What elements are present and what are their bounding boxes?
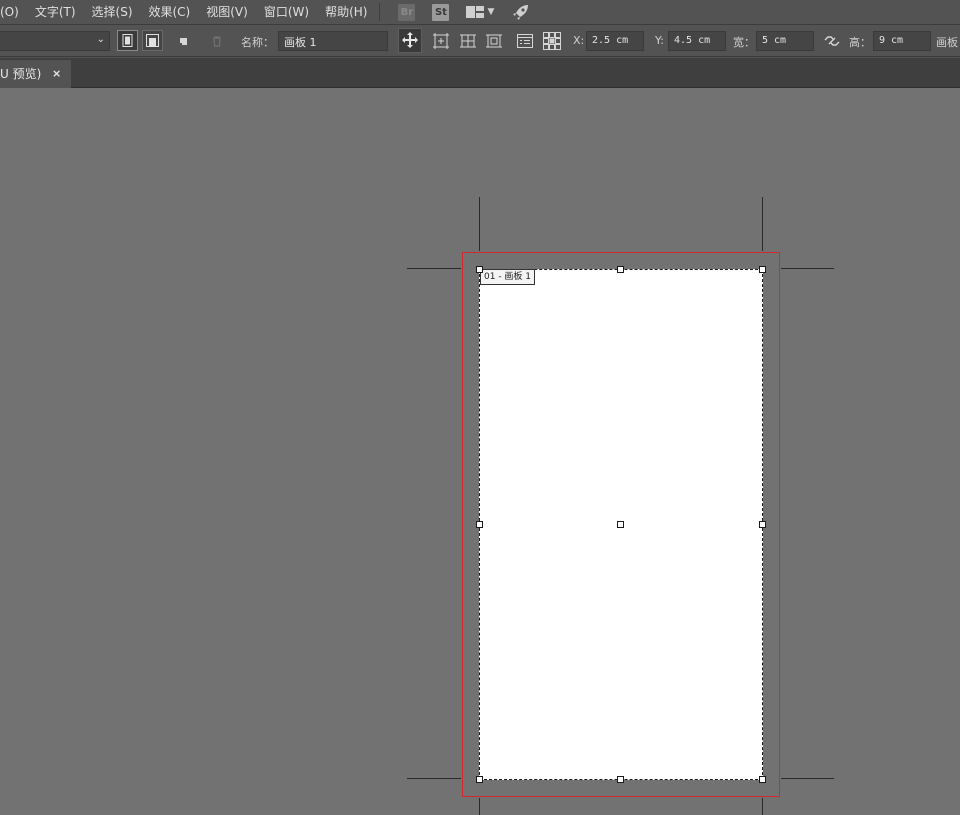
artboard-preset-select[interactable]: ⌄ [0,31,110,51]
crop-mark [407,268,461,269]
landscape-orientation-button[interactable] [142,30,163,51]
artboard-crosshair-icon[interactable] [458,31,478,51]
name-label: 名称： [241,36,274,49]
portrait-icon [122,34,133,47]
close-icon[interactable]: × [52,60,61,88]
resize-handle-right[interactable] [759,521,766,528]
x-label: X: [573,34,585,47]
chevron-down-icon: ▼ [487,7,495,17]
adobe-stock-icon[interactable]: St [432,3,450,21]
bridge-icon[interactable]: Br [398,3,416,21]
canvas-area[interactable]: 01 - 画板 1 [0,88,960,815]
crop-mark [479,197,480,251]
document-tab-label: U 预览) [0,67,42,81]
resize-handle-bottom[interactable] [617,776,624,783]
new-artboard-icon[interactable] [175,31,195,51]
artboard-label: 01 - 画板 1 [480,269,535,285]
center-handle[interactable] [617,521,624,528]
chevron-down-icon: ⌄ [96,34,105,45]
landscape-icon [146,34,159,47]
resize-handle-left[interactable] [476,521,483,528]
y-label: Y: [655,34,664,47]
menu-separator [379,3,381,21]
y-position-field[interactable]: 4.5 cm [668,31,726,51]
menu-object[interactable]: (O) [0,0,27,25]
x-position-field[interactable]: 2.5 cm [586,31,644,51]
crop-mark [407,778,461,779]
rocket-icon[interactable] [512,3,530,21]
artboard-options-icon[interactable] [515,31,535,51]
crop-mark [762,798,763,815]
menu-help[interactable]: 帮助(H) [317,0,375,25]
rearrange-artboards-icon[interactable] [542,31,562,51]
menu-view[interactable]: 视图(V) [198,0,256,25]
resize-handle-top[interactable] [617,266,624,273]
crop-mark [762,197,763,251]
menu-window[interactable]: 窗口(W) [256,0,317,25]
crop-mark [479,798,480,815]
move-arrows-icon [402,32,418,48]
height-label: 高： [849,36,871,49]
menu-bar: (O) 文字(T) 选择(S) 效果(C) 视图(V) 窗口(W) 帮助(H) … [0,0,960,25]
constrain-proportions-icon[interactable] [822,31,842,51]
crop-mark [781,778,834,779]
menu-effect[interactable]: 效果(C) [141,0,199,25]
artboard-center-mark-icon[interactable] [431,31,451,51]
resize-handle-top-right[interactable] [759,266,766,273]
resize-handle-bottom-right[interactable] [759,776,766,783]
resize-handle-bottom-left[interactable] [476,776,483,783]
height-field[interactable]: 9 cm [873,31,931,51]
workspace-layout-icon [466,6,485,18]
delete-artboard-icon[interactable] [207,31,227,51]
artboard-name-field[interactable]: 画板 1 [278,31,388,51]
move-with-artboard-button[interactable] [398,28,422,53]
crop-mark [781,268,834,269]
width-label: 宽： [733,36,755,49]
document-tab[interactable]: U 预览) × [0,60,71,88]
portrait-orientation-button[interactable] [117,30,138,51]
artboard-safe-area-icon[interactable] [484,31,504,51]
document-tab-bar: U 预览) × [0,58,960,88]
width-field[interactable]: 5 cm [756,31,814,51]
resize-handle-top-left[interactable] [476,266,483,273]
workspace-switcher[interactable]: ▼ [466,6,494,18]
artboard-panel-link[interactable]: 画板 [936,34,958,50]
menu-type[interactable]: 文字(T) [27,0,84,25]
menu-select[interactable]: 选择(S) [84,0,141,25]
control-bar: ⌄ 名称： 画板 1 X: 2.5 cm Y: 4.5 cm 宽： 5 cm 高… [0,25,960,57]
